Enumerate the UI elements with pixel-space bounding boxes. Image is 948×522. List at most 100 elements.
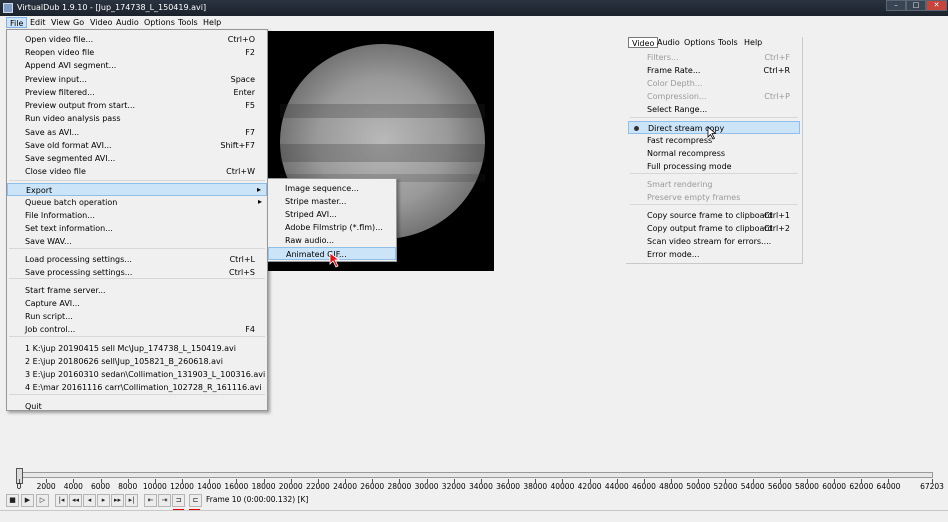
menu-separator bbox=[630, 173, 798, 174]
menu-separator bbox=[9, 248, 265, 249]
minimize-button[interactable]: – bbox=[886, 0, 906, 11]
menu-help[interactable]: Help bbox=[200, 17, 224, 28]
file-menu-item[interactable]: Run script... bbox=[7, 310, 267, 323]
menu-bar: File Edit View Go Video Audio Options To… bbox=[0, 16, 948, 29]
end-button[interactable]: ▸| bbox=[125, 494, 138, 507]
video-menu-item: Preserve empty frames bbox=[628, 191, 800, 204]
file-menu-item[interactable]: Export ▸ bbox=[7, 183, 267, 196]
menu-separator bbox=[9, 180, 265, 181]
video-menu-item[interactable]: Frame Rate... Ctrl+R bbox=[628, 64, 800, 77]
menu-item-label: Fast recompress bbox=[647, 136, 713, 145]
export-menu-item[interactable]: Stripe master... bbox=[268, 195, 396, 208]
menu-item-label: Full processing mode bbox=[647, 162, 732, 171]
next-key-button[interactable]: ▸▸ bbox=[111, 494, 124, 507]
file-menu-item[interactable]: 1 K:\jup 20190415 sell Mc\Jup_174738_L_1… bbox=[7, 342, 267, 355]
file-menu-item[interactable]: Close video file Ctrl+W bbox=[7, 165, 267, 178]
file-menu-item[interactable]: Capture AVI... bbox=[7, 297, 267, 310]
stop-button[interactable]: ■ bbox=[6, 494, 19, 507]
mark-in-button[interactable]: ⊐ bbox=[172, 494, 185, 507]
prev-button[interactable]: ◂ bbox=[83, 494, 96, 507]
menu-tools[interactable]: Tools bbox=[175, 17, 201, 28]
menu-separator bbox=[630, 204, 798, 205]
video-menu-item[interactable]: Normal recompress bbox=[628, 147, 800, 160]
file-menu-item[interactable]: Reopen video file F2 bbox=[7, 46, 267, 59]
menu-item-label: Select Range... bbox=[647, 105, 708, 114]
file-menu-item[interactable]: Open video file... Ctrl+O bbox=[7, 33, 267, 46]
scene-back-button[interactable]: ⇤ bbox=[144, 494, 157, 507]
menu-item-shortcut: Ctrl+1 bbox=[763, 211, 790, 220]
menu-item-label: Raw audio... bbox=[285, 236, 335, 245]
menu-item-label: Set text information... bbox=[25, 224, 113, 233]
menu-item-label: File Information... bbox=[25, 211, 95, 220]
export-menu-item[interactable]: Adobe Filmstrip (*.flm)... bbox=[268, 221, 396, 234]
start-button[interactable]: |◂ bbox=[55, 494, 68, 507]
export-menu-item[interactable]: Raw audio... bbox=[268, 234, 396, 247]
timeline-tick-label: 62000 bbox=[849, 482, 874, 491]
file-menu-item[interactable]: Quit bbox=[7, 400, 267, 413]
file-menu-item[interactable]: Start frame server... bbox=[7, 284, 267, 297]
vm-menu-tools[interactable]: Tools bbox=[715, 37, 741, 48]
file-menu-item[interactable]: 4 E:\mar 20161116 carr\Collimation_10272… bbox=[7, 381, 267, 394]
scene-fwd-button[interactable]: ⇥ bbox=[158, 494, 171, 507]
timeline-tick-label: 58000 bbox=[795, 482, 819, 491]
menu-item-label: Open video file... bbox=[25, 35, 94, 44]
menu-audio[interactable]: Audio bbox=[113, 17, 142, 28]
app-icon[interactable] bbox=[3, 3, 13, 13]
vm-menu-options[interactable]: Options bbox=[681, 37, 718, 48]
cursor-arrow-icon bbox=[329, 252, 341, 268]
file-menu-item[interactable]: 3 E:\jup 20160310 sedan\Collimation_1319… bbox=[7, 368, 267, 381]
menu-file[interactable]: File bbox=[6, 17, 28, 28]
menu-item-label: Copy output frame to clipboard bbox=[647, 224, 773, 233]
vm-menu-audio[interactable]: Audio bbox=[654, 37, 683, 48]
submenu-arrow-icon: ▸ bbox=[256, 185, 261, 194]
file-menu-item[interactable]: File Information... bbox=[7, 209, 267, 222]
export-menu-item[interactable]: Image sequence... bbox=[268, 182, 396, 195]
vm-menu-help[interactable]: Help bbox=[741, 37, 765, 48]
video-menu-item[interactable]: Scan video stream for errors.... bbox=[628, 235, 800, 248]
timeline-track[interactable] bbox=[19, 472, 933, 478]
file-menu-item[interactable]: 2 E:\jup 20180626 sell\Jup_105821_B_2606… bbox=[7, 355, 267, 368]
close-button[interactable]: ✕ bbox=[926, 0, 947, 11]
file-menu-item[interactable]: Save old format AVI... Shift+F7 bbox=[7, 139, 267, 152]
file-menu-item[interactable]: Run video analysis pass bbox=[7, 112, 267, 125]
file-menu-item[interactable]: Save WAV... bbox=[7, 235, 267, 248]
menu-video[interactable]: Video bbox=[87, 17, 115, 28]
timeline-tick-label: 14000 bbox=[197, 482, 222, 491]
menu-options[interactable]: Options bbox=[141, 17, 178, 28]
video-menu-item[interactable]: Full processing mode bbox=[628, 160, 800, 173]
menu-go[interactable]: Go bbox=[70, 17, 87, 28]
play-input-button[interactable]: ▶ bbox=[21, 494, 34, 507]
timeline-tick-label: 10000 bbox=[142, 482, 167, 491]
next-button[interactable]: ▸ bbox=[97, 494, 110, 507]
timeline-tick-label: 24000 bbox=[333, 482, 357, 491]
file-menu-item[interactable]: Job control... F4 bbox=[7, 323, 267, 336]
video-menu-item[interactable]: Select Range... bbox=[628, 103, 800, 116]
maximize-button[interactable]: □ bbox=[906, 0, 926, 11]
menu-item-label: Reopen video file bbox=[25, 48, 95, 57]
video-menu-item[interactable]: Copy source frame to clipboard Ctrl+1 bbox=[628, 209, 800, 222]
menu-item-shortcut: Ctrl+L bbox=[229, 255, 255, 264]
file-menu-item[interactable]: Set text information... bbox=[7, 222, 267, 235]
export-menu-item[interactable]: Striped AVI... bbox=[268, 208, 396, 221]
menu-item-shortcut: Shift+F7 bbox=[220, 141, 255, 150]
file-menu-item[interactable]: Preview output from start... F5 bbox=[7, 99, 267, 112]
menu-item-label: Filters... bbox=[647, 53, 679, 62]
file-menu-item[interactable]: Save segmented AVI... bbox=[7, 152, 267, 165]
menu-separator bbox=[9, 336, 265, 337]
video-menu-item[interactable]: Error mode... bbox=[628, 248, 800, 261]
mark-out-button[interactable]: ⊏ bbox=[189, 494, 202, 507]
timeline-tick-label: 46000 bbox=[632, 482, 656, 491]
file-menu-item[interactable]: Save as AVI... F7 bbox=[7, 126, 267, 139]
file-menu-item[interactable]: Load processing settings... Ctrl+L bbox=[7, 253, 267, 266]
file-menu-item[interactable]: Append AVI segment... bbox=[7, 59, 267, 72]
video-menu-item[interactable]: Copy output frame to clipboard Ctrl+2 bbox=[628, 222, 800, 235]
file-menu-item[interactable]: Preview input... Space bbox=[7, 73, 267, 86]
file-menu-item[interactable]: Preview filtered... Enter bbox=[7, 86, 267, 99]
menu-edit[interactable]: Edit bbox=[27, 17, 49, 28]
file-menu-item[interactable]: Queue batch operation ▸ bbox=[7, 196, 267, 209]
menu-item-shortcut: Ctrl+O bbox=[227, 35, 255, 44]
timeline-tick-label: 16000 bbox=[224, 482, 249, 491]
menu-item-label: Normal recompress bbox=[647, 149, 726, 158]
play-output-button[interactable]: ▷ bbox=[36, 494, 49, 507]
prev-key-button[interactable]: ◂◂ bbox=[69, 494, 82, 507]
